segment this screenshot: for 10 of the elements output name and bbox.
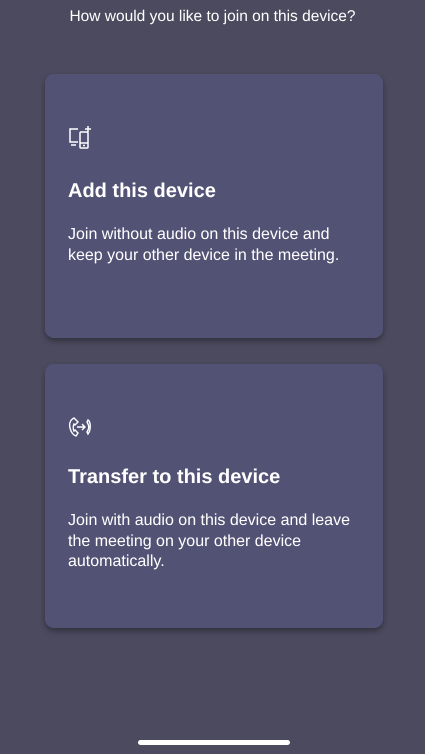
option-title: Transfer to this device [68, 465, 282, 489]
option-title: Add this device [68, 179, 217, 203]
option-description: Join with audio on this device and leave the meeting on your other device automatically. [68, 511, 351, 572]
option-description: Join without audio on this device and keep your other device in the meeting. [68, 225, 340, 266]
screen-heading: How would you like to join on this device? [68, 7, 357, 27]
option-card[interactable]: Add this device Join without audio on this device and keep your other device in the meeting. [45, 74, 383, 338]
call-transfer-icon [68, 416, 94, 438]
devices-add-icon [68, 126, 92, 152]
home-indicator[interactable] [138, 740, 290, 745]
option-card[interactable]: Transfer to this device Join with audio on this device and leave the meeting on your other device automatically. [45, 364, 383, 628]
